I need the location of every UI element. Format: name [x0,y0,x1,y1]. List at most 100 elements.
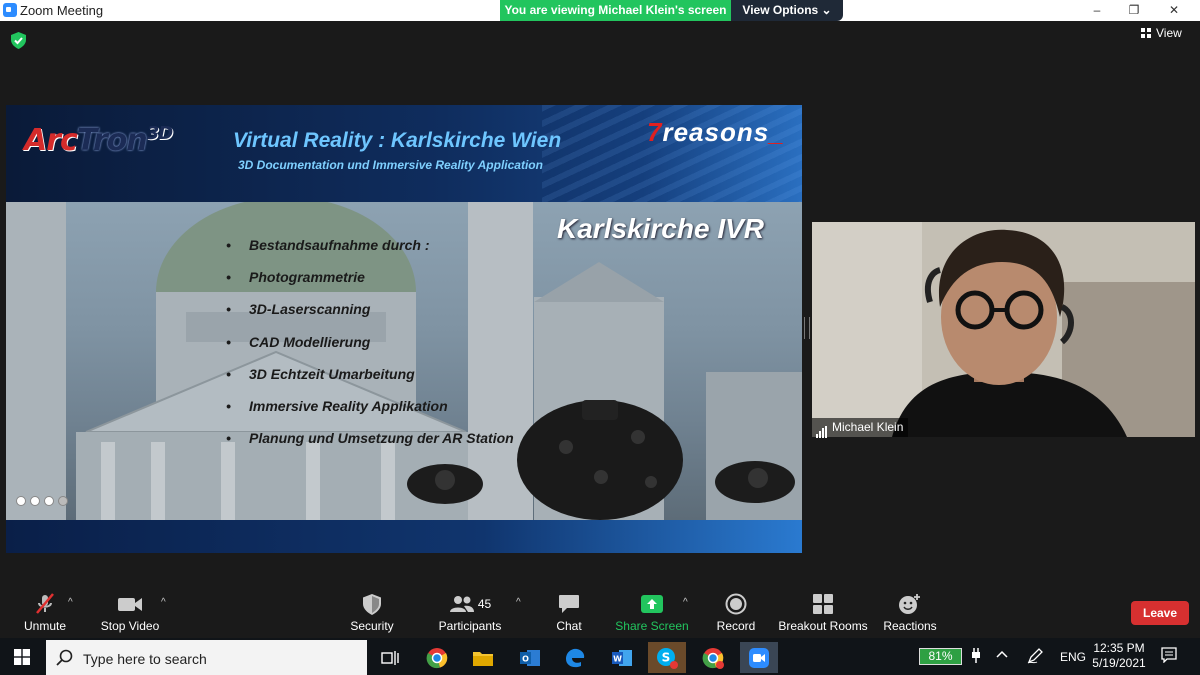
video-options-chevron-icon[interactable]: ^ [161,597,166,608]
logo-3d: 3D [146,123,173,144]
view-layout-button[interactable]: View [1141,26,1182,40]
participants-icon [449,596,474,612]
word-icon[interactable]: W [603,642,641,673]
breakout-rooms-button[interactable]: Breakout Rooms [773,587,873,633]
slide-carousel-dots [16,493,72,511]
record-icon [725,593,747,615]
share-screen-icon [641,595,663,613]
chrome-profile-icon[interactable] [694,642,732,673]
security-button[interactable]: Security [327,587,417,633]
screen-share-banner: You are viewing Michael Klein's screen [500,0,731,21]
windows-start-icon[interactable] [14,649,30,665]
restore-button[interactable]: ❐ [1114,1,1154,19]
reactions-smiley-icon [899,594,920,614]
chat-button[interactable]: Chat [524,587,614,633]
chat-bubble-icon [559,595,579,613]
bullet-item: 3D-Laserscanning [226,301,514,333]
view-label: View [1156,26,1182,40]
reactions-label: Reactions [883,619,937,633]
logo-dash: _ [769,117,785,147]
battery-indicator[interactable]: 81% [919,648,962,665]
windows-taskbar: Type here to search O W S [0,638,1200,675]
window-title: Zoom Meeting [20,3,104,18]
signal-bars-icon [816,419,828,438]
logo-seven: 7 [647,117,663,147]
shared-screen: ArcTron3D Virtual Reality : Karlskirche … [6,105,802,553]
svg-text:S: S [662,650,671,664]
7reasons-logo: 7reasons_ [647,117,785,148]
language-indicator[interactable]: ENG [1060,650,1086,664]
record-button[interactable]: Record [691,587,781,633]
arctron-logo: ArcTron3D [24,123,173,158]
audio-options-chevron-icon[interactable]: ^ [68,597,73,608]
share-options-chevron-icon[interactable]: ^ [683,597,688,608]
participant-video-feed [812,222,1195,437]
share-screen-label: Share Screen [615,619,689,633]
slide-subtitle: 3D Documentation und Immersive Reality A… [238,158,543,172]
power-plug-icon[interactable] [970,648,982,666]
leave-meeting-button[interactable]: Leave [1131,601,1189,625]
edge-icon[interactable] [556,642,594,673]
notifications-icon[interactable] [1161,647,1177,666]
unmute-label: Unmute [23,619,67,633]
pen-icon[interactable] [1027,648,1043,667]
system-tray-chevron-icon[interactable] [996,648,1008,662]
slide-bullet-list: Bestandsaufnahme durch : Photogrammetrie… [226,237,514,462]
stop-video-button[interactable]: Stop Video [85,587,175,633]
bullet-item: Immersive Reality Applikation [226,398,514,430]
record-label: Record [716,619,756,633]
reactions-button[interactable]: Reactions [865,587,955,633]
panel-resize-handle[interactable] [804,317,810,339]
outlook-icon[interactable]: O [511,642,549,673]
carousel-dot [16,496,26,506]
carousel-dot [44,496,54,506]
stop-video-label: Stop Video [100,619,160,633]
task-view-icon[interactable] [371,642,409,673]
participant-name-tag: Michael Klein [812,418,909,438]
carousel-dot [30,496,40,506]
svg-text:O: O [522,654,529,663]
breakout-rooms-label: Breakout Rooms [778,619,868,633]
participants-count: 45 [477,597,492,611]
security-shield-icon [363,593,381,615]
logo-tron: Tron [76,123,148,158]
taskbar-clock[interactable]: 12:35 PM 5/19/2021 [1090,641,1148,671]
bullet-item: Bestandsaufnahme durch : [226,237,514,269]
skype-icon[interactable]: S [648,642,686,673]
zoom-logo-icon [3,3,17,17]
meeting-toolbar: Unmute ^ Stop Video ^ Security 45 Partic… [0,587,1200,638]
slide-heading: Karlskirche IVR [557,213,764,244]
clock-date: 5/19/2021 [1092,656,1146,670]
slide-footer [6,520,802,553]
bullet-item: Planung und Umsetzung der AR Station [226,430,514,462]
taskbar-search-box[interactable]: Type here to search [46,640,367,675]
search-placeholder: Type here to search [83,651,207,667]
participants-label: Participants [438,619,502,633]
carousel-dot [58,496,68,506]
video-camera-icon [118,598,142,611]
muted-microphone-icon [36,593,54,614]
view-options-button[interactable]: View Options ⌄ [731,0,843,21]
share-screen-button[interactable]: Share Screen [607,587,697,633]
bullet-item: Photogrammetrie [226,269,514,301]
participant-video[interactable] [812,222,1195,437]
participants-options-chevron-icon[interactable]: ^ [516,597,521,608]
security-label: Security [350,619,394,633]
encryption-shield-icon[interactable] [11,32,26,49]
slide-title: Virtual Reality : Karlskirche Wien [233,129,562,152]
close-button[interactable]: ✕ [1154,1,1194,19]
file-explorer-icon[interactable] [464,642,502,673]
breakout-rooms-icon [813,594,833,614]
unmute-button[interactable]: Unmute [0,587,90,633]
logo-reasons: reasons [662,117,770,147]
minimize-button[interactable]: – [1077,1,1117,19]
bullet-item: CAD Modellierung [226,334,514,366]
bullet-item: 3D Echtzeit Umarbeitung [226,366,514,398]
chrome-icon[interactable] [418,642,456,673]
search-icon [56,649,73,666]
participants-button[interactable]: 45 Participants [425,587,515,633]
grid-icon [1141,28,1151,38]
participant-name: Michael Klein [832,420,904,434]
zoom-taskbar-icon[interactable] [740,642,778,673]
svg-text:W: W [613,654,622,663]
